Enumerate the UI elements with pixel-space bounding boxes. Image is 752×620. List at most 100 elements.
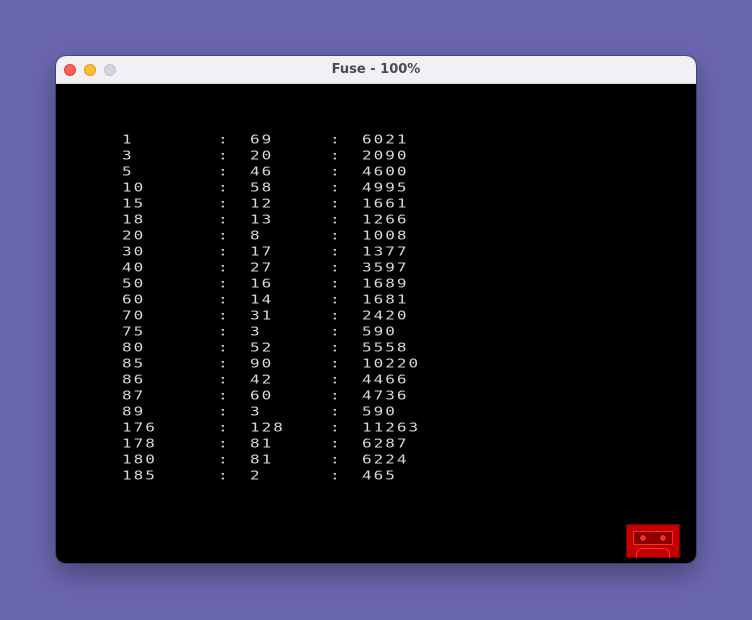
tape-reel-left [639,534,647,542]
emulator-screen[interactable]: 1:69:6021 3:20:2090 5:46:4600 10:58:4995 15:… [56,84,696,563]
row-separator: : [218,227,230,243]
row-value-c: 5558 [362,339,409,355]
row-value-b: 16 [250,275,274,291]
row-separator: : [218,163,230,179]
row-separator: : [330,419,342,435]
row-value-c: 1377 [362,243,409,259]
row-value-b: 14 [250,291,274,307]
tape-window [636,548,670,558]
row-separator: : [218,435,230,451]
row-value-b: 52 [250,339,274,355]
row-value-b: 8 [250,227,262,243]
row-value-b: 69 [250,131,274,147]
row-separator: : [330,147,342,163]
row-value-c: 465 [362,467,397,483]
row-value-a: 60 [122,291,146,307]
row-value-b: 17 [250,243,274,259]
row-separator: : [330,339,342,355]
row-value-c: 6224 [362,451,409,467]
emulator-window: Fuse - 100% 1:69:6021 3:20:2090 5:46:4600 1… [56,56,696,563]
row-separator: : [330,403,342,419]
row-separator: : [218,179,230,195]
row-separator: : [218,339,230,355]
table-row: 40: 27: 3597 [122,261,482,277]
row-value-b: 3 [250,403,262,419]
row-value-c: 10220 [362,355,421,371]
table-row: 87: 60: 4736 [122,389,482,405]
row-value-a: 5 [122,163,134,179]
row-separator: : [330,467,342,483]
row-separator: : [218,355,230,371]
table-row: 75: 3: 590 [122,325,482,341]
row-separator: : [218,291,230,307]
row-value-b: 42 [250,371,274,387]
table-row: 20: 8: 1008 [122,229,482,245]
row-value-c: 4736 [362,387,409,403]
row-value-c: 4600 [362,163,409,179]
row-value-b: 13 [250,211,274,227]
row-separator: : [218,451,230,467]
row-value-b: 31 [250,307,274,323]
row-value-c: 590 [362,323,397,339]
row-value-a: 30 [122,243,146,259]
row-value-c: 2090 [362,147,409,163]
table-row: 60: 14: 1681 [122,293,482,309]
row-value-b: 3 [250,323,262,339]
row-value-b: 2 [250,467,262,483]
row-value-b: 46 [250,163,274,179]
row-value-c: 6021 [362,131,409,147]
row-separator: : [218,243,230,259]
row-value-a: 87 [122,387,146,403]
row-separator: : [330,355,342,371]
row-separator: : [330,307,342,323]
row-separator: : [218,275,230,291]
row-separator: : [330,291,342,307]
table-row: 50: 16: 1689 [122,277,482,293]
row-value-b: 12 [250,195,274,211]
row-value-a: 80 [122,339,146,355]
row-separator: : [218,419,230,435]
row-value-c: 1681 [362,291,409,307]
row-value-c: 2420 [362,307,409,323]
row-value-b: 81 [250,451,274,467]
table-row: 5: 46: 4600 [122,165,482,181]
row-value-a: 85 [122,355,146,371]
row-value-b: 81 [250,435,274,451]
row-value-c: 1008 [362,227,409,243]
row-value-a: 15 [122,195,146,211]
row-value-c: 1661 [362,195,409,211]
row-value-b: 20 [250,147,274,163]
row-value-a: 3 [122,147,134,163]
row-separator: : [218,211,230,227]
row-value-b: 58 [250,179,274,195]
row-value-b: 60 [250,387,274,403]
row-value-c: 590 [362,403,397,419]
table-row: 80: 52: 5558 [122,341,482,357]
title-bar[interactable]: Fuse - 100% [56,56,696,84]
cassette-tape-icon [626,524,680,558]
row-value-a: 89 [122,403,146,419]
row-value-a: 18 [122,211,146,227]
row-separator: : [330,179,342,195]
row-value-a: 1 [122,131,134,147]
row-value-c: 6287 [362,435,409,451]
table-row: 85: 90: 10220 [122,357,482,373]
row-value-c: 11263 [362,419,421,435]
row-separator: : [330,131,342,147]
table-row: 3: 20: 2090 [122,149,482,165]
table-row: 176: 128: 11263 [122,421,482,437]
row-separator: : [330,243,342,259]
row-value-b: 90 [250,355,274,371]
row-value-a: 185 [122,467,157,483]
row-value-b: 27 [250,259,274,275]
row-value-c: 1266 [362,211,409,227]
row-separator: : [330,371,342,387]
row-separator: : [218,403,230,419]
row-value-c: 4466 [362,371,409,387]
row-value-a: 70 [122,307,146,323]
table-row: 89: 3: 590 [122,405,482,421]
row-value-a: 178 [122,435,157,451]
row-separator: : [330,211,342,227]
table-row: 178: 81: 6287 [122,437,482,453]
row-separator: : [330,227,342,243]
